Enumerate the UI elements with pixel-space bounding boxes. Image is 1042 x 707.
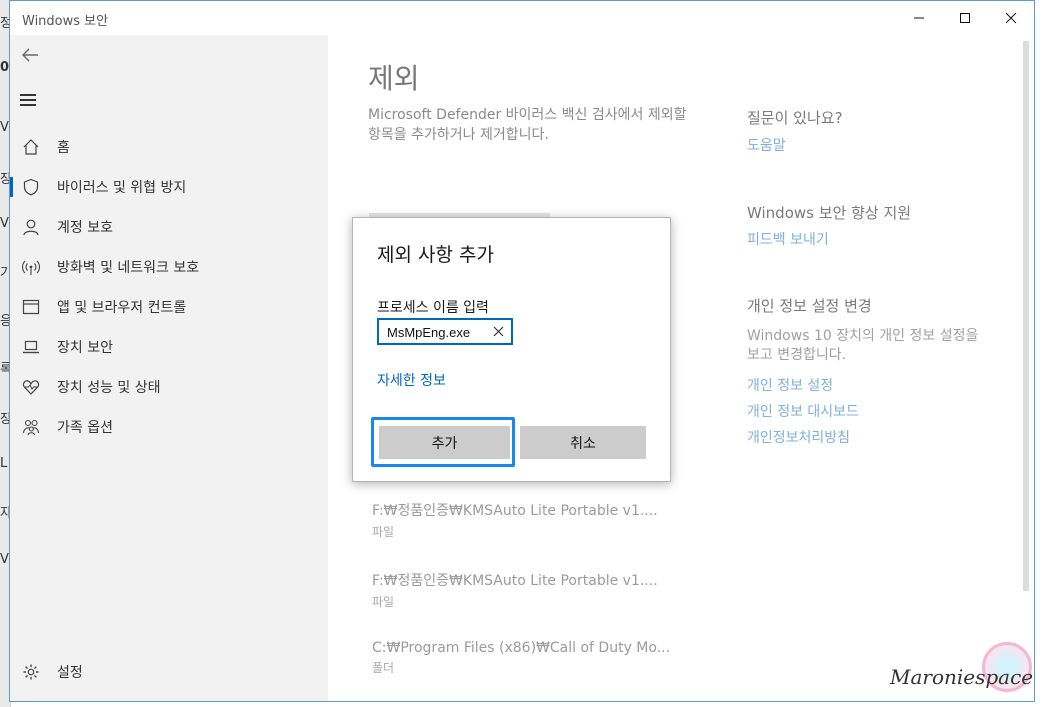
sidebar-item-device-performance[interactable]: 장치 성능 및 상태: [10, 367, 328, 407]
exclusion-type: 파일: [372, 595, 395, 609]
exclusion-path: F:₩정품인증₩KMSAuto Lite Portable v1....: [372, 573, 658, 589]
shield-icon: [20, 176, 42, 198]
privacy-statement-link[interactable]: 개인정보처리방침: [747, 427, 850, 447]
maximize-button[interactable]: [942, 1, 988, 35]
sidebar-item-home[interactable]: 홈: [10, 127, 328, 167]
question-heading: 질문이 있나요?: [747, 109, 843, 127]
dialog-title: 제외 사항 추가: [377, 244, 494, 266]
heart-icon: [20, 376, 42, 398]
list-item[interactable]: F:₩정품인증₩KMSAuto Lite Portable v1.... 파일: [372, 500, 672, 540]
menu-button[interactable]: [20, 90, 40, 108]
process-name-field[interactable]: [377, 318, 513, 345]
feedback-link[interactable]: 피드백 보내기: [747, 229, 829, 249]
privacy-dashboard-link[interactable]: 개인 정보 대시보드: [747, 401, 859, 421]
sidebar-item-family-options[interactable]: 가족 옵션: [10, 407, 328, 447]
watermark: Maroniespace: [890, 665, 1034, 689]
sidebar-item-label: 계정 보호: [57, 220, 113, 236]
sidebar-item-label: 홈: [57, 140, 70, 156]
exclusion-type: 폴더: [372, 661, 395, 675]
page-description: Microsoft Defender 바이러스 백신 검사에서 제외할 항목을 …: [368, 107, 687, 143]
sidebar-item-label: 방화벽 및 네트워크 보호: [57, 260, 200, 276]
minimize-icon: [914, 17, 924, 19]
back-arrow-icon: [22, 48, 38, 62]
sidebar-item-settings[interactable]: 설정: [10, 652, 328, 692]
improve-heading: Windows 보안 향상 지원: [747, 204, 912, 222]
sidebar-item-label: 장치 성능 및 상태: [57, 380, 161, 396]
help-link[interactable]: 도움말: [747, 135, 786, 155]
wifi-icon: [20, 256, 42, 278]
maximize-icon: [960, 13, 970, 23]
title-bar[interactable]: Windows 보안: [10, 1, 1034, 35]
person-icon: [20, 216, 42, 238]
sidebar-item-device-security[interactable]: 장치 보안: [10, 327, 328, 367]
page-title: 제외: [368, 62, 420, 95]
bg-fragment: V: [0, 120, 9, 135]
add-button[interactable]: 추가: [379, 426, 510, 459]
clear-icon[interactable]: [493, 326, 504, 337]
sidebar-item-label: 앱 및 브라우저 컨트롤: [57, 300, 187, 316]
list-item[interactable]: F:₩정품인증₩KMSAuto Lite Portable v1.... 파일: [372, 570, 672, 610]
bg-fragment: 0: [0, 60, 10, 75]
exclusion-path: C:₩Program Files (x86)₩Call of Duty Mo..…: [372, 640, 671, 656]
sidebar-item-firewall[interactable]: 방화벽 및 네트워크 보호: [10, 247, 328, 287]
laptop-icon: [20, 336, 42, 358]
window-title: Windows 보안: [22, 14, 109, 29]
process-name-input[interactable]: [387, 323, 487, 341]
bg-fragment: V: [0, 216, 9, 231]
sidebar-item-label: 설정: [57, 665, 83, 681]
sidebar-item-app-browser[interactable]: 앱 및 브라우저 컨트롤: [10, 287, 328, 327]
minimize-button[interactable]: [896, 1, 942, 35]
sidebar-item-label: 가족 옵션: [57, 420, 113, 436]
privacy-settings-link[interactable]: 개인 정보 설정: [747, 375, 833, 395]
sidebar-item-label: 장치 보안: [57, 340, 113, 356]
back-button[interactable]: [18, 43, 42, 67]
app-browser-icon: [20, 296, 42, 318]
more-info-link[interactable]: 자세한 정보: [377, 370, 446, 390]
close-button[interactable]: [988, 1, 1034, 35]
home-icon: [20, 136, 42, 158]
scrollbar[interactable]: [1023, 41, 1029, 591]
add-exclusion-dialog: 제외 사항 추가 프로세스 이름 입력 자세한 정보 추가 취소: [352, 217, 671, 482]
privacy-description: Windows 10 장치의 개인 정보 설정을 보고 변경합니다.: [747, 328, 979, 363]
sidebar-item-account-protection[interactable]: 계정 보호: [10, 207, 328, 247]
exclusion-type: 파일: [372, 525, 395, 539]
navigation-sidebar: 홈 바이러스 및 위협 방지 계정 보호 방화벽 및 네트워크 보호 앱 및 브…: [10, 35, 328, 701]
process-name-label: 프로세스 이름 입력: [377, 300, 489, 316]
sidebar-item-virus-protection[interactable]: 바이러스 및 위협 방지: [10, 167, 328, 207]
sidebar-item-label: 바이러스 및 위협 방지: [57, 180, 187, 196]
privacy-heading: 개인 정보 설정 변경: [747, 297, 872, 315]
bg-fragment: V: [0, 552, 9, 567]
gear-icon: [20, 661, 42, 683]
exclusion-path: F:₩정품인증₩KMSAuto Lite Portable v1....: [372, 503, 658, 519]
bg-fragment: L: [0, 456, 8, 471]
list-item[interactable]: C:₩Program Files (x86)₩Call of Duty Mo..…: [372, 640, 672, 676]
family-icon: [20, 416, 42, 438]
cancel-button[interactable]: 취소: [520, 426, 646, 459]
close-icon: [1005, 12, 1017, 24]
